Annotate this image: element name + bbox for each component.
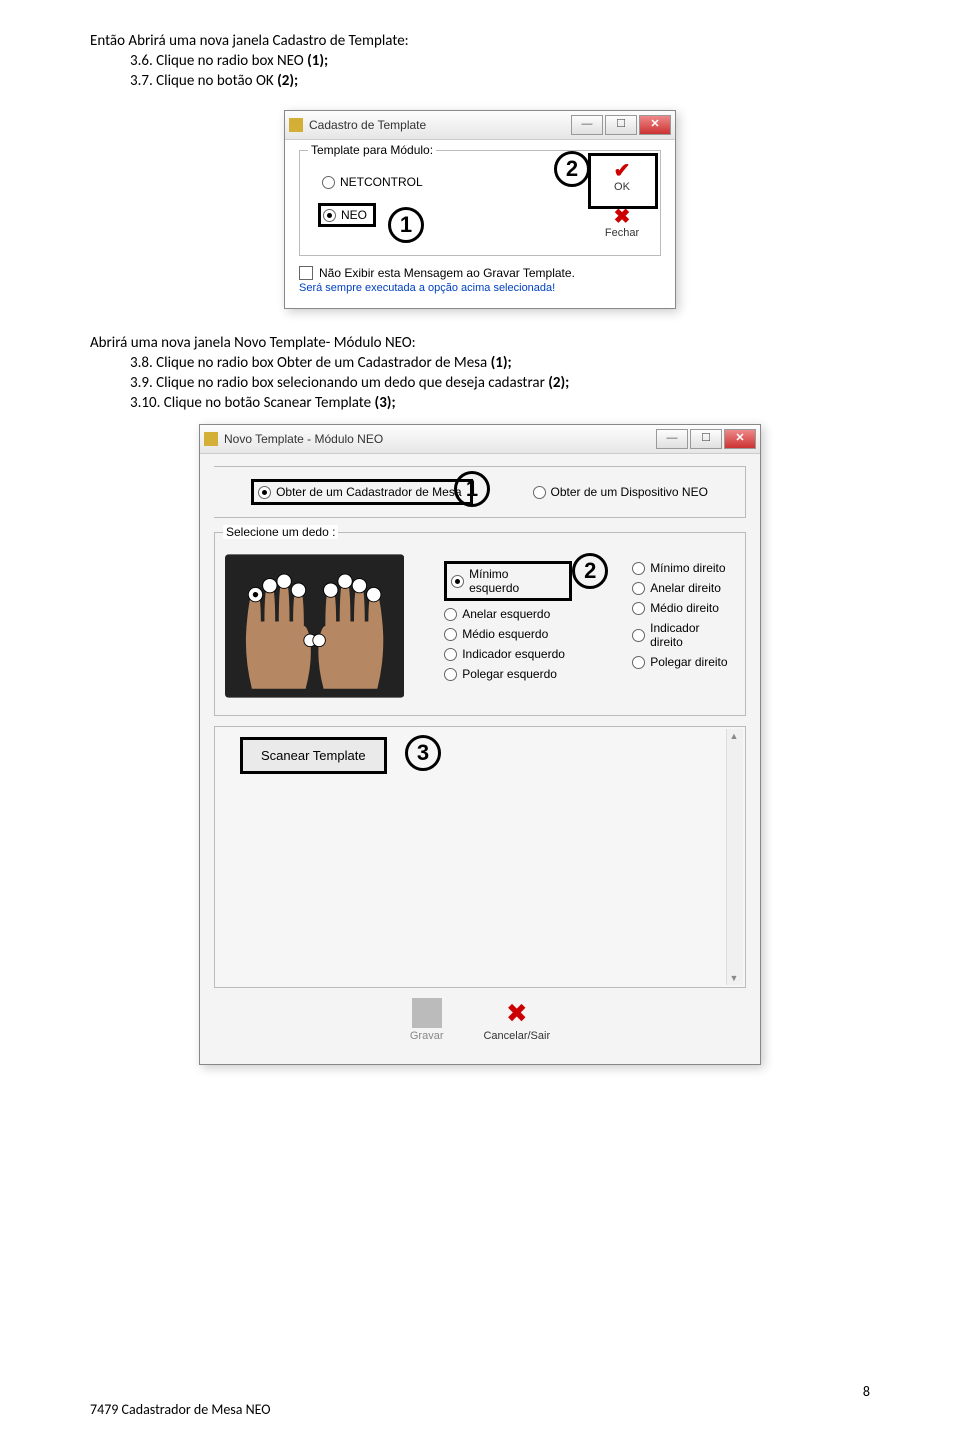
maximize-button[interactable]: ☐ <box>605 115 637 135</box>
radio-icon <box>258 486 271 499</box>
radio-minimo-esquerdo[interactable]: Mínimo esquerdo <box>444 561 572 601</box>
radio-netcontrol[interactable]: NETCONTROL <box>322 175 584 189</box>
radio-icon <box>322 176 335 189</box>
radio-obter-mesa[interactable]: Obter de um Cadastrador de Mesa <box>251 479 472 505</box>
gravar-button[interactable]: Gravar <box>410 998 444 1042</box>
scroll-up-icon[interactable]: ▲ <box>727 729 741 743</box>
scan-area: Scanear Template 3 ▲ ▼ <box>214 726 746 988</box>
radio-medio-direito[interactable]: Médio direito <box>632 601 735 615</box>
button-label: Cancelar/Sair <box>483 1030 550 1042</box>
minimize-button[interactable]: — <box>571 115 603 135</box>
annotation-2: 2 <box>572 553 608 589</box>
group-label: Template para Módulo: <box>308 143 436 157</box>
window-title: Novo Template - Módulo NEO <box>224 432 656 446</box>
radio-polegar-direito[interactable]: Polegar direito <box>632 655 735 669</box>
footer: 7479 Cadastrador de Mesa NEO 8 <box>90 1401 870 1418</box>
lock-icon <box>204 432 218 446</box>
radio-medio-esquerdo[interactable]: Médio esquerdo <box>444 627 572 641</box>
doc-step-36: 3.6. Clique no radio box NEO (1); <box>130 52 870 70</box>
doc-text: Então Abrirá uma nova janela Cadastro de… <box>90 32 870 50</box>
radio-icon <box>533 486 546 499</box>
dialog-cadastro-template: Cadastro de Template — ☐ ✕ Template para… <box>284 110 676 309</box>
checkbox-icon <box>299 266 313 280</box>
radio-polegar-esquerdo[interactable]: Polegar esquerdo <box>444 667 572 681</box>
doc-step-37: 3.7. Clique no botão OK (2); <box>130 72 870 90</box>
dialog-novo-template: Novo Template - Módulo NEO — ☐ ✕ Obter d… <box>199 424 761 1065</box>
radio-label: Mínimo esquerdo <box>469 567 561 595</box>
cross-icon: ✖ <box>594 207 650 227</box>
radio-icon <box>323 209 336 222</box>
titlebar[interactable]: Novo Template - Módulo NEO — ☐ ✕ <box>200 425 760 454</box>
radio-label: NETCONTROL <box>340 175 423 189</box>
doc-step-39: 3.9. Clique no radio box selecionando um… <box>130 374 870 392</box>
scrollbar[interactable]: ▲ ▼ <box>726 729 743 985</box>
radio-icon <box>451 575 464 588</box>
checkbox-nao-exibir[interactable]: Não Exibir esta Mensagem ao Gravar Templ… <box>299 266 661 280</box>
group-label-finger: Selecione um dedo : <box>223 525 338 539</box>
close-button[interactable]: ✕ <box>639 115 671 135</box>
page-number: 8 <box>863 1383 870 1400</box>
scroll-down-icon[interactable]: ▼ <box>727 971 741 985</box>
close-button[interactable]: ✕ <box>724 429 756 449</box>
radio-label: Obter de um Dispositivo NEO <box>551 485 708 499</box>
button-label: OK <box>614 181 630 193</box>
radio-obter-neo[interactable]: Obter de um Dispositivo NEO <box>533 479 708 505</box>
window-title: Cadastro de Template <box>309 118 571 132</box>
radio-indicador-direito[interactable]: Indicador direito <box>632 621 735 649</box>
check-icon: ✔ <box>594 161 650 181</box>
minimize-button[interactable]: — <box>656 429 688 449</box>
annotation-3: 3 <box>405 735 441 771</box>
scanear-template-button[interactable]: Scanear Template <box>240 737 387 774</box>
doc-step-310: 3.10. Clique no botão Scanear Template (… <box>130 394 870 412</box>
cancelar-button[interactable]: ✖ Cancelar/Sair <box>483 998 550 1042</box>
button-label: Gravar <box>410 1030 444 1042</box>
save-icon <box>412 998 442 1028</box>
lock-icon <box>289 118 303 132</box>
maximize-button[interactable]: ☐ <box>690 429 722 449</box>
radio-indicador-esquerdo[interactable]: Indicador esquerdo <box>444 647 572 661</box>
button-label: Fechar <box>605 227 639 239</box>
ok-button[interactable]: ✔ OK <box>594 159 650 195</box>
info-text: Será sempre executada a opção acima sele… <box>299 282 661 294</box>
doc-text: Abrirá uma nova janela Novo Template- Mó… <box>90 334 870 352</box>
titlebar[interactable]: Cadastro de Template — ☐ ✕ <box>285 111 675 140</box>
fechar-button[interactable]: ✖ Fechar <box>594 205 650 241</box>
radio-neo[interactable]: NEO <box>318 203 376 227</box>
radio-anelar-esquerdo[interactable]: Anelar esquerdo <box>444 607 572 621</box>
checkbox-label: Não Exibir esta Mensagem ao Gravar Templ… <box>319 266 575 280</box>
radio-label: NEO <box>341 208 367 222</box>
radio-anelar-direito[interactable]: Anelar direito <box>632 581 735 595</box>
doc-step-38: 3.8. Clique no radio box Obter de um Cad… <box>130 354 870 372</box>
cross-icon: ✖ <box>502 998 532 1028</box>
radio-minimo-direito[interactable]: Mínimo direito <box>632 561 735 575</box>
hands-image <box>225 551 404 701</box>
radio-label: Obter de um Cadastrador de Mesa <box>276 485 461 499</box>
